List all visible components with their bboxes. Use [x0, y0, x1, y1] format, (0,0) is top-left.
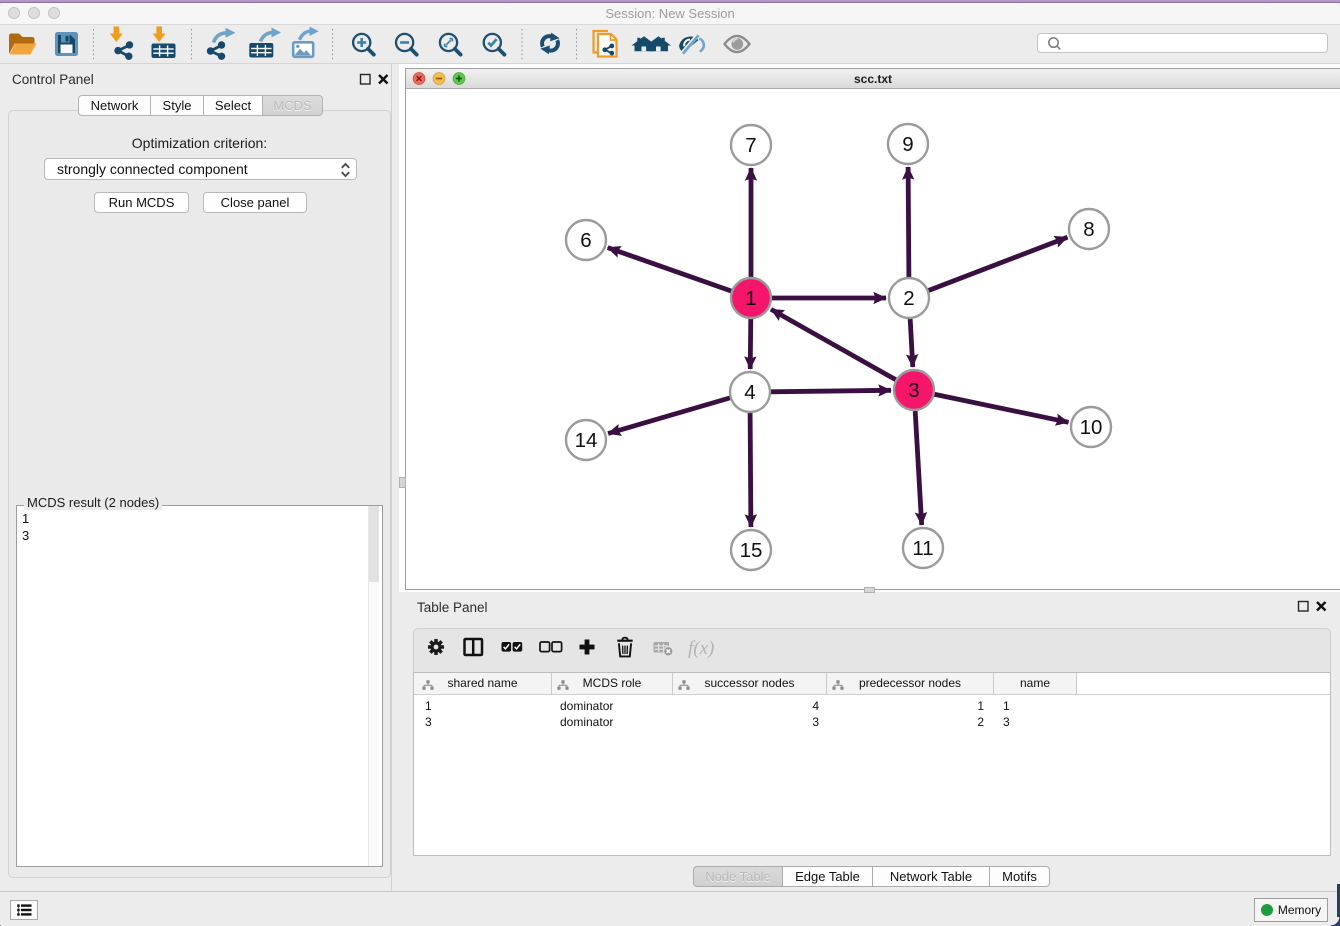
svg-text:9: 9 — [902, 133, 913, 156]
svg-text:11: 11 — [912, 537, 933, 560]
svg-text:f(x): f(x) — [688, 638, 714, 659]
svg-text:1: 1 — [745, 287, 756, 310]
svg-text:10: 10 — [1080, 416, 1103, 439]
svg-text:7: 7 — [745, 134, 756, 157]
svg-text:2: 2 — [903, 287, 914, 310]
svg-text:4: 4 — [744, 381, 755, 404]
svg-text:14: 14 — [575, 429, 598, 452]
svg-text:8: 8 — [1083, 218, 1094, 241]
svg-text:15: 15 — [740, 539, 763, 562]
svg-text:6: 6 — [580, 229, 591, 252]
svg-text:3: 3 — [908, 379, 919, 402]
